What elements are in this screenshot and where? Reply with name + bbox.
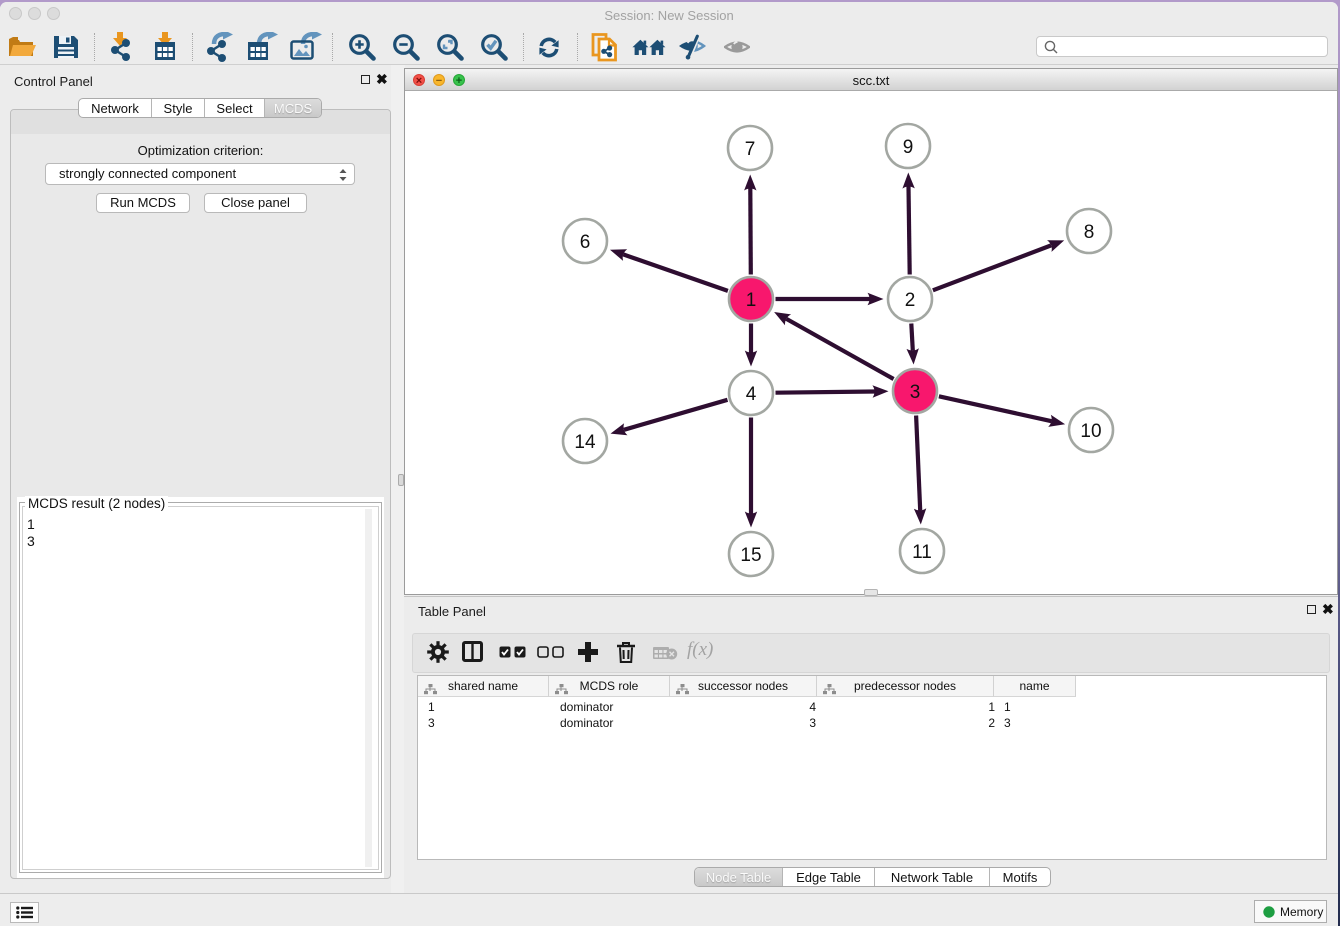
svg-text:10: 10 (1080, 421, 1101, 442)
svg-text:8: 8 (1084, 222, 1095, 243)
svg-text:1: 1 (746, 290, 757, 311)
svg-text:6: 6 (580, 232, 591, 253)
svg-text:14: 14 (574, 432, 596, 453)
svg-text:11: 11 (912, 542, 932, 563)
svg-text:2: 2 (905, 290, 916, 311)
svg-text:3: 3 (910, 382, 921, 403)
svg-text:9: 9 (903, 137, 914, 158)
svg-text:7: 7 (745, 139, 756, 160)
svg-text:4: 4 (746, 384, 757, 405)
svg-text:15: 15 (740, 545, 761, 566)
